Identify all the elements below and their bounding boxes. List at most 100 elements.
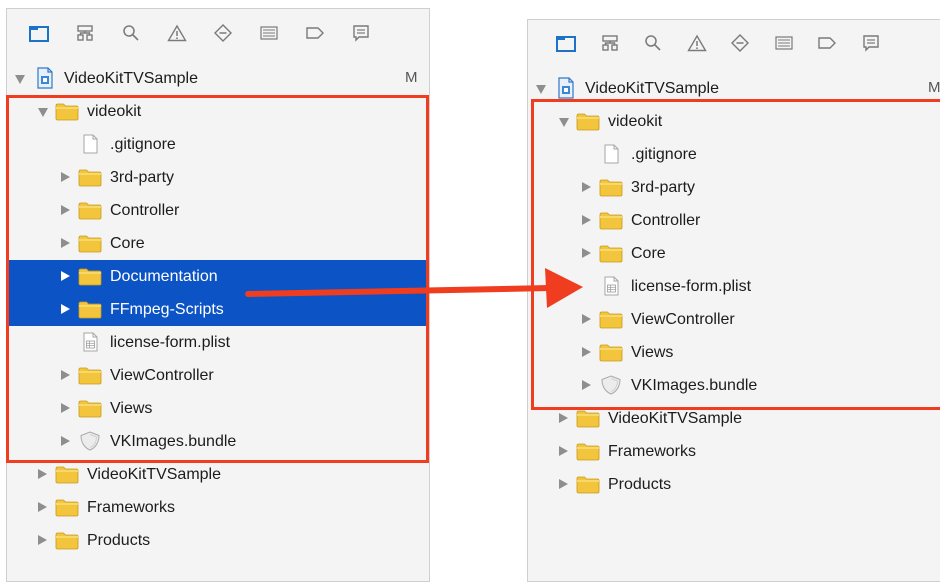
disclosure-triangle[interactable] (61, 304, 70, 314)
xcode-project-icon (554, 77, 578, 99)
tree-row-controller[interactable]: Controller (528, 204, 940, 237)
report-navigator-icon[interactable] (351, 24, 371, 42)
tree-row-label: videokit (608, 113, 663, 130)
tree-row-products[interactable]: Products (528, 468, 940, 501)
disclosure-triangle[interactable] (582, 215, 591, 225)
tree-row-controller[interactable]: Controller (7, 194, 429, 227)
tree-row-label: license-form.plist (631, 278, 752, 295)
tree-row-license-form-plist[interactable]: license-form.plist (7, 326, 429, 359)
test-navigator-icon[interactable] (730, 34, 750, 52)
disclosure-triangle[interactable] (582, 347, 591, 357)
folder-icon (55, 497, 79, 517)
plist-file-icon (78, 332, 102, 352)
disclosure-triangle[interactable] (536, 85, 546, 94)
disclosure-triangle[interactable] (61, 370, 70, 380)
tree-row-label: 3rd-party (110, 169, 175, 186)
tree-row-project[interactable]: VideoKitTVSample M (528, 72, 940, 105)
project-navigator-icon[interactable] (29, 24, 49, 42)
disclosure-triangle[interactable] (559, 479, 568, 489)
tree-row-label: VKImages.bundle (631, 377, 758, 394)
tree-row-core[interactable]: Core (528, 237, 940, 270)
tree-row-core[interactable]: Core (7, 227, 429, 260)
bundle-icon (599, 375, 623, 395)
tree-row-videokittvsample[interactable]: VideoKitTVSample (7, 458, 429, 491)
breakpoint-navigator-icon[interactable] (817, 34, 837, 52)
tree-row-label: Controller (110, 202, 180, 219)
test-navigator-icon[interactable] (213, 24, 233, 42)
folder-icon (78, 299, 102, 319)
folder-icon (576, 111, 600, 131)
disclosure-triangle[interactable] (61, 238, 70, 248)
tree-row-label: Core (631, 245, 666, 262)
disclosure-triangle[interactable] (582, 182, 591, 192)
tree-row-label: Products (608, 476, 672, 493)
disclosure-triangle[interactable] (38, 108, 48, 117)
tree-row-documentation[interactable]: Documentation (7, 260, 429, 293)
tree-row-label: Frameworks (608, 443, 697, 460)
disclosure-triangle[interactable] (38, 535, 47, 545)
tree-row-frameworks[interactable]: Frameworks (7, 491, 429, 524)
folder-icon (599, 342, 623, 362)
debug-navigator-icon[interactable] (774, 34, 794, 52)
project-navigator-icon[interactable] (556, 34, 576, 52)
find-navigator-icon[interactable] (643, 34, 663, 52)
tree-row-label: license-form.plist (110, 334, 231, 351)
tree-row-label: ViewController (110, 367, 214, 384)
source-control-badge: M (928, 79, 940, 96)
report-navigator-icon[interactable] (861, 34, 881, 52)
disclosure-triangle[interactable] (15, 75, 25, 84)
navigator-panel-after: VideoKitTVSample Mvideokit .gitignore 3rd-… (527, 19, 940, 582)
tree-row-vkimages-bundle[interactable]: VKImages.bundle (7, 425, 429, 458)
disclosure-triangle[interactable] (61, 205, 70, 215)
tree-row-viewcontroller[interactable]: ViewController (7, 359, 429, 392)
folder-icon (78, 200, 102, 220)
tree-row-frameworks[interactable]: Frameworks (528, 435, 940, 468)
disclosure-triangle[interactable] (559, 118, 569, 127)
issue-navigator-icon[interactable] (167, 24, 187, 42)
tree-row-license-form-plist[interactable]: license-form.plist (528, 270, 940, 303)
folder-icon (599, 210, 623, 230)
tree-row-label: ViewController (631, 311, 735, 328)
disclosure-triangle[interactable] (559, 413, 568, 423)
disclosure-triangle[interactable] (38, 469, 47, 479)
disclosure-triangle[interactable] (61, 271, 70, 281)
tree-row-videokittvsample[interactable]: VideoKitTVSample (528, 402, 940, 435)
symbol-navigator-icon[interactable] (75, 24, 95, 42)
disclosure-triangle[interactable] (582, 314, 591, 324)
tree-row-views[interactable]: Views (528, 336, 940, 369)
folder-icon (78, 365, 102, 385)
folder-icon (78, 233, 102, 253)
plist-file-icon (599, 276, 623, 296)
tree-row-project[interactable]: VideoKitTVSample M (7, 62, 429, 95)
tree-row-videokit[interactable]: videokit (528, 105, 940, 138)
breakpoint-navigator-icon[interactable] (305, 24, 325, 42)
tree-row-videokit[interactable]: videokit (7, 95, 429, 128)
debug-navigator-icon[interactable] (259, 24, 279, 42)
tree-row-label: Documentation (110, 268, 218, 285)
tree-row-label: Frameworks (87, 499, 176, 516)
disclosure-triangle[interactable] (582, 248, 591, 258)
tree-row-vkimages-bundle[interactable]: VKImages.bundle (528, 369, 940, 402)
disclosure-triangle[interactable] (61, 436, 70, 446)
tree-row-3rd-party[interactable]: 3rd-party (7, 161, 429, 194)
tree-row-label: Views (631, 344, 674, 361)
tree-row-3rd-party[interactable]: 3rd-party (528, 171, 940, 204)
tree-row-products[interactable]: Products (7, 524, 429, 557)
disclosure-triangle[interactable] (61, 403, 70, 413)
tree-row-label: .gitignore (110, 136, 176, 153)
disclosure-triangle[interactable] (38, 502, 47, 512)
disclosure-triangle[interactable] (559, 446, 568, 456)
issue-navigator-icon[interactable] (686, 34, 707, 52)
disclosure-triangle[interactable] (61, 172, 70, 182)
tree-row-label: .gitignore (631, 146, 697, 163)
file-icon (78, 134, 102, 154)
tree-row-views[interactable]: Views (7, 392, 429, 425)
symbol-navigator-icon[interactable] (600, 34, 620, 52)
tree-row-viewcontroller[interactable]: ViewController (528, 303, 940, 336)
find-navigator-icon[interactable] (121, 24, 141, 42)
tree-row-gitignore[interactable]: .gitignore (7, 128, 429, 161)
tree-row-ffmpeg-scripts[interactable]: FFmpeg-Scripts (7, 293, 429, 326)
navigator-toolbar (7, 9, 429, 49)
tree-row-gitignore[interactable]: .gitignore (528, 138, 940, 171)
disclosure-triangle[interactable] (582, 380, 591, 390)
